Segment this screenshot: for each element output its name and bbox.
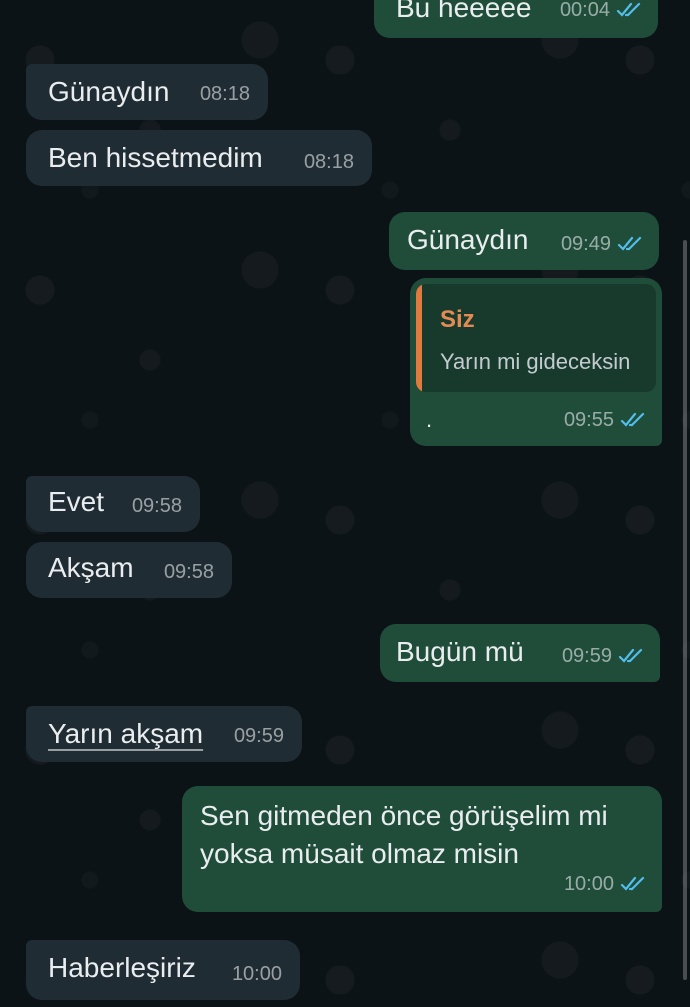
message-text: Günaydın xyxy=(407,224,529,255)
message-text: Evet xyxy=(48,486,105,517)
scrollbar[interactable] xyxy=(683,240,687,980)
message-text: Günaydın xyxy=(48,76,170,107)
read-receipt-icon xyxy=(620,412,645,427)
message-time: 10:00 xyxy=(231,963,282,985)
message-bubble-incoming[interactable]: Günaydın 08:18 xyxy=(26,64,268,120)
message-bubble-outgoing[interactable]: Sen gitmeden önce görüşelim mi yoksa müs… xyxy=(182,786,662,912)
read-receipt-icon xyxy=(616,2,641,17)
message-text: Akşam xyxy=(48,552,134,583)
message-text: Bu heeeee xyxy=(396,0,532,23)
message-text: Bugün mü xyxy=(396,636,524,667)
message-text: Haberleşiriz xyxy=(48,952,196,983)
message-meta: 09:49 xyxy=(561,226,645,262)
message-time: 09:59 xyxy=(233,725,284,747)
message-meta: 10:00 xyxy=(564,866,648,902)
read-receipt-icon xyxy=(618,648,643,663)
message-bubble-outgoing[interactable]: Bugün mü 09:59 xyxy=(380,624,660,682)
message-bubble-incoming[interactable]: Ben hissetmedim 08:18 xyxy=(26,130,372,186)
message-meta: 00:04 xyxy=(560,0,644,28)
quote-author: Siz xyxy=(440,306,475,333)
message-text-line-2: yoksa müsait olmaz misin xyxy=(200,838,519,869)
message-bubble-incoming[interactable]: Yarın akşam 09:59 xyxy=(26,706,302,762)
message-time: 09:58 xyxy=(131,495,182,517)
chat-background[interactable]: Bu heeeee 00:04 Günaydın 08:18 Ben hisse… xyxy=(0,0,690,1007)
message-bubble-outgoing[interactable]: Bu heeeee 00:04 xyxy=(374,0,658,38)
message-meta: 09:55 xyxy=(564,402,648,438)
quote-text: Yarın mi gideceksin xyxy=(440,349,631,374)
message-text-line-1: Sen gitmeden önce görüşelim mi xyxy=(200,800,608,831)
read-receipt-icon xyxy=(620,876,645,891)
message-bubble-incoming[interactable]: Akşam 09:58 xyxy=(26,542,232,598)
message-time: 09:55 xyxy=(563,409,614,431)
quoted-message[interactable]: Siz Yarın mi gideceksin xyxy=(416,284,656,392)
message-time: 09:59 xyxy=(561,645,612,667)
message-bubble-outgoing-reply[interactable]: Siz Yarın mi gideceksin . 09:55 xyxy=(410,278,662,446)
message-time: 08:18 xyxy=(303,151,354,173)
message-bubble-incoming[interactable]: Haberleşiriz 10:00 xyxy=(26,940,300,1000)
message-text: . xyxy=(426,407,433,432)
message-text-link[interactable]: Yarın akşam xyxy=(48,716,203,752)
message-time: 00:04 xyxy=(559,0,610,21)
message-time: 08:18 xyxy=(199,83,250,105)
message-time: 10:00 xyxy=(563,873,614,895)
message-meta: 09:59 xyxy=(562,638,646,674)
message-bubble-incoming[interactable]: Evet 09:58 xyxy=(26,476,200,532)
message-time: 09:49 xyxy=(560,233,611,255)
quote-accent-bar xyxy=(416,284,422,392)
message-bubble-outgoing[interactable]: Günaydın 09:49 xyxy=(389,212,659,270)
read-receipt-icon xyxy=(617,236,642,251)
message-time: 09:58 xyxy=(163,561,214,583)
message-text: Ben hissetmedim xyxy=(48,142,263,173)
